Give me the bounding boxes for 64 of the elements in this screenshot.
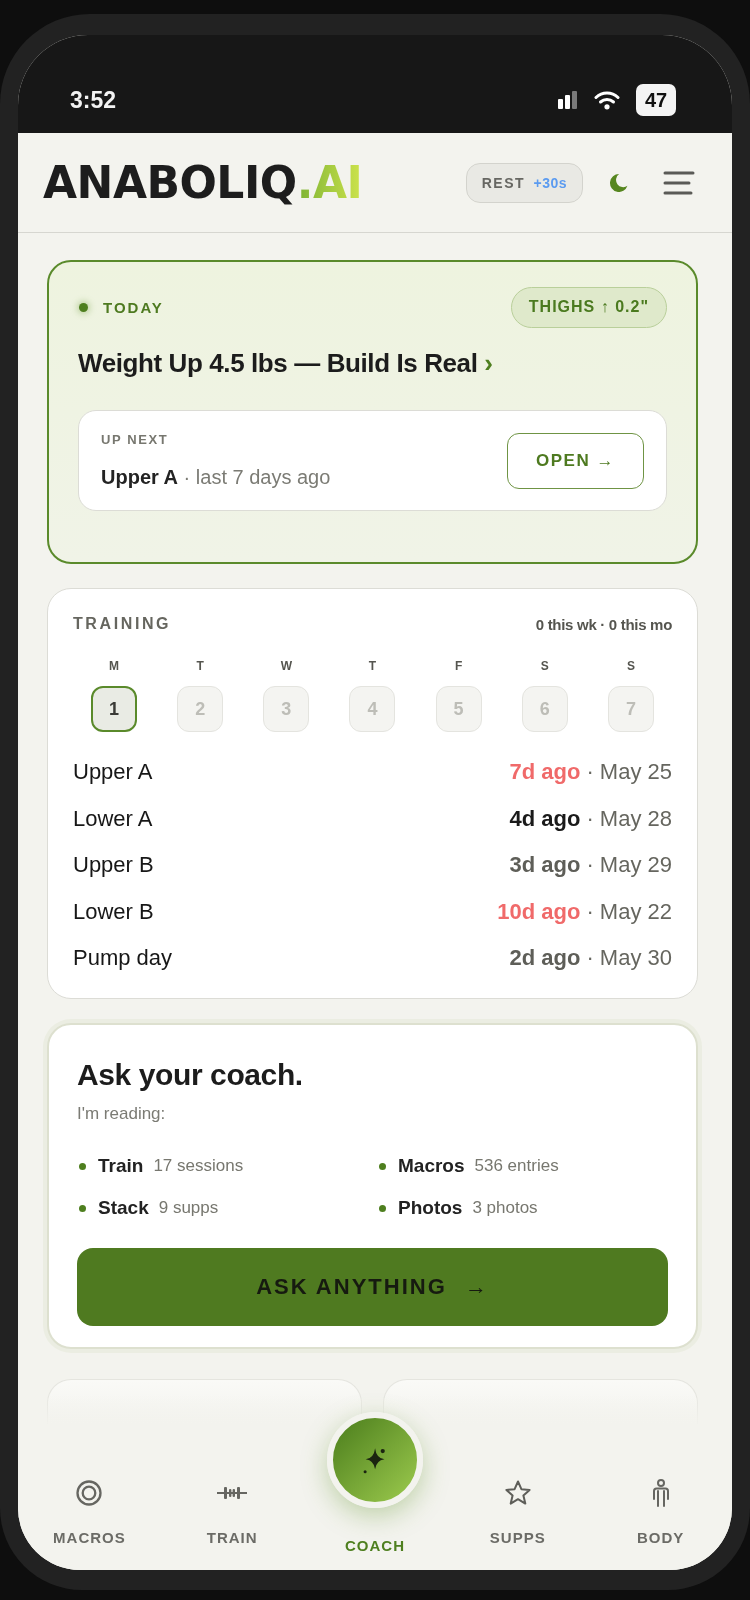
session-ago: 3d ago xyxy=(509,852,581,879)
session-date: · May 30 xyxy=(586,945,672,972)
rest-timer-button[interactable]: REST +30s xyxy=(465,162,583,203)
status-dot-icon xyxy=(79,303,88,312)
weekday-letter: T xyxy=(368,659,377,673)
session-date: · May 28 xyxy=(586,805,672,832)
nav-tab[interactable]: SUPPS xyxy=(489,1480,546,1570)
session-ago: 10d ago xyxy=(497,898,581,925)
session-ago: 2d ago xyxy=(509,945,581,972)
training-title: TRAINING xyxy=(73,615,172,633)
headline-link[interactable]: Weight Up 4.5 lbs — Build Is Real › xyxy=(78,346,667,380)
coach-title: Ask your coach. xyxy=(77,1057,304,1093)
coach-subtitle: I'm reading: xyxy=(77,1103,167,1125)
weekday-letter: S xyxy=(540,659,549,673)
weekday-letter: S xyxy=(626,659,635,673)
source-count: 3 photos xyxy=(472,1198,538,1218)
source-count: 17 sessions xyxy=(153,1156,244,1176)
open-button[interactable]: OPEN → xyxy=(507,432,644,489)
today-label: TODAY xyxy=(103,299,164,316)
signal-icon xyxy=(558,91,578,109)
target-icon xyxy=(76,1480,103,1506)
weekday-letter: W xyxy=(280,659,292,673)
moon-icon[interactable] xyxy=(609,173,628,192)
bullet-dot-icon xyxy=(79,1162,86,1170)
sparkle-icon xyxy=(362,1446,388,1474)
weekday-letter: F xyxy=(454,659,463,673)
session-ago: 7d ago xyxy=(509,759,581,786)
session-name: Lower B xyxy=(73,898,154,925)
app-logo: ANABOLIQ.AI xyxy=(43,158,363,207)
session-name: Pump day xyxy=(73,945,173,972)
bullet-dot-icon xyxy=(379,1162,386,1170)
nav-tab[interactable]: COACH xyxy=(327,1412,423,1570)
measurement-badge: THIGHS ↑ 0.2" xyxy=(510,287,667,328)
session-name: Lower A xyxy=(73,805,153,832)
up-next-label: UP NEXT xyxy=(101,432,170,448)
status-time: 3:52 xyxy=(70,86,117,114)
session-date: · May 25 xyxy=(586,759,672,786)
training-summary: 0 this wk · 0 this mo xyxy=(535,615,672,633)
wifi-icon xyxy=(594,90,620,110)
source-count: 536 entries xyxy=(474,1156,559,1176)
nav-tab[interactable]: BODY xyxy=(636,1480,685,1570)
nav-tab[interactable]: MACROS xyxy=(53,1480,126,1570)
ask-anything-button[interactable]: ASK ANYTHING → xyxy=(77,1248,668,1326)
dumbbell-icon xyxy=(217,1487,248,1499)
session-ago: 4d ago xyxy=(509,805,581,832)
weekday-letter: M xyxy=(109,659,120,673)
bullet-dot-icon xyxy=(379,1204,386,1212)
source-name: Macros xyxy=(398,1155,465,1177)
star-icon xyxy=(504,1480,531,1506)
bullet-dot-icon xyxy=(79,1204,86,1212)
session-date: · May 29 xyxy=(586,852,672,879)
up-next-workout: Upper A · last 7 days ago xyxy=(101,465,331,489)
menu-icon[interactable] xyxy=(663,169,695,196)
day-button[interactable]: 1 xyxy=(91,686,138,732)
source-name: Train xyxy=(98,1155,144,1177)
session-date: · May 22 xyxy=(586,898,672,925)
source-name: Photos xyxy=(398,1197,463,1219)
source-name: Stack xyxy=(98,1197,149,1219)
weekday-letter: T xyxy=(196,659,204,673)
session-name: Upper B xyxy=(73,852,154,879)
source-count: 9 supps xyxy=(158,1198,219,1218)
battery-indicator: 47 xyxy=(636,84,676,116)
nav-tab[interactable]: TRAIN xyxy=(206,1480,258,1570)
session-name: Upper A xyxy=(73,759,153,786)
